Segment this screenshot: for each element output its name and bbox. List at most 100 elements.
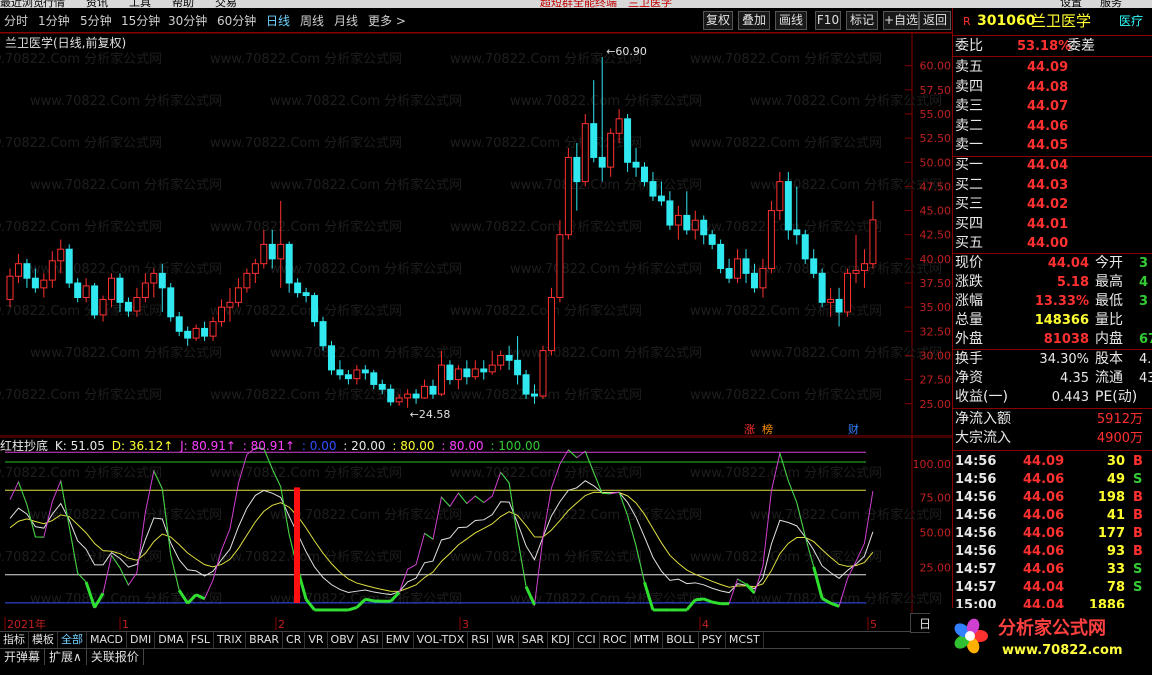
period-tab[interactable]: 月线 [334, 12, 358, 29]
bid-row[interactable]: 买五 44.00 [953, 234, 1152, 253]
indicator-tab[interactable]: CR [283, 632, 306, 648]
menu-item[interactable]: 行情 [43, 0, 65, 8]
indicator-name: 红柱抄底 [0, 439, 49, 453]
indicator-tab[interactable]: DMI [127, 632, 156, 648]
indicator-tab[interactable]: PSY [699, 632, 726, 648]
watermark-text: www.70822.Com 分析家公式网 [450, 549, 642, 565]
period-tab[interactable]: 30分钟 [168, 12, 207, 29]
indicator-tab[interactable]: SAR [519, 632, 549, 648]
industry-tag[interactable]: 医疗 [1119, 12, 1143, 31]
indicator-tab[interactable]: VR [305, 632, 328, 648]
price-tick-label: 52.50 [920, 132, 952, 145]
candle-body [370, 372, 378, 385]
toolbar-button[interactable]: 叠加 [738, 11, 770, 30]
menu-item[interactable]: 工具 [129, 0, 151, 8]
candle-body [361, 369, 369, 374]
indicator-tab[interactable]: WR [493, 632, 519, 648]
period-tab[interactable]: 分时 [4, 12, 28, 29]
bottom-button[interactable]: 扩展∧ [45, 649, 87, 665]
toolbar-button[interactable]: F10 [815, 11, 841, 30]
indicator-tab[interactable]: TRIX [214, 632, 247, 648]
date-label: 4 [702, 618, 709, 630]
bid-row[interactable]: 买四 44.01 [953, 215, 1152, 234]
indicator-tab[interactable]: MACD [87, 632, 127, 648]
watermark-text: www.70822.Com 分析家公式网 [690, 303, 882, 319]
candle-body [404, 393, 412, 399]
candle-body [505, 354, 513, 361]
indicator-tab[interactable]: 全部 [58, 632, 87, 648]
price-tick-label: 25.00 [920, 398, 952, 411]
j-down-segment [441, 496, 451, 507]
toolbar-button[interactable]: +自选 [883, 11, 919, 30]
period-tab[interactable]: 更多 > [368, 12, 406, 29]
bottom-button[interactable]: 关联报价 [87, 649, 144, 665]
indicator-tab[interactable]: BRAR [246, 632, 284, 648]
kline-chart[interactable]: www.70822.Com 分析家公式网 www.70822.Com 分析家公式网… [0, 33, 952, 437]
indicator-tab[interactable]: EMV [383, 632, 414, 648]
candle-body [150, 272, 158, 284]
indicator-tab[interactable]: MCST [726, 632, 764, 648]
bid-row[interactable]: 买三 44.02 [953, 195, 1152, 214]
bottom-button[interactable]: 开弹幕 [0, 649, 46, 665]
watermark-text: www.70822.Com 分析家公式网 [210, 135, 402, 151]
toolbar-button[interactable]: 复权 [703, 11, 733, 30]
ask-row[interactable]: 卖四 44.08 [953, 78, 1152, 97]
j-bottom-segment [703, 597, 713, 604]
indicator-tab[interactable]: 指标 [0, 632, 29, 648]
ask-row[interactable]: 卖五 44.09 [953, 58, 1152, 77]
watermark-text: www.70822.Com 分析家公式网 [210, 387, 402, 403]
date-label: 2021年 [7, 617, 46, 630]
menu-item[interactable]: 交易 [215, 0, 237, 8]
period-tab[interactable]: 周线 [300, 12, 324, 29]
bid-row[interactable]: 买二 44.03 [953, 176, 1152, 195]
period-tab[interactable]: 60分钟 [217, 12, 256, 29]
indicator-tab[interactable]: BOLL [663, 632, 699, 648]
ask-row[interactable]: 卖一 44.05 [953, 136, 1152, 155]
menu-item[interactable]: 帮助 [172, 0, 194, 8]
candle-body [463, 368, 471, 378]
bid-row[interactable]: 买一 44.04 [953, 156, 1152, 175]
toolbar-button[interactable]: 标记 [846, 11, 878, 30]
indicator-tab[interactable]: 模板 [29, 632, 58, 648]
indicator-tab[interactable]: RSI [468, 632, 494, 648]
candle-body [336, 369, 344, 376]
stock-name: 兰卫医学 [1031, 12, 1092, 30]
toolbar-button[interactable]: 画线 [775, 11, 807, 30]
period-tab[interactable]: 15分钟 [121, 12, 160, 29]
menu-item[interactable]: 资讯 [86, 0, 108, 8]
ask-row[interactable]: 卖二 44.06 [953, 117, 1152, 136]
period-tab[interactable]: 5分钟 [80, 12, 112, 29]
event-marker: 榜 [762, 422, 773, 436]
candle-body [14, 263, 22, 277]
indicator-tab[interactable]: KDJ [548, 632, 574, 648]
indicator-tab[interactable]: DMA [155, 632, 188, 648]
indicator-tab[interactable]: FSL [188, 632, 214, 648]
candle-body [759, 268, 767, 289]
candle-body [226, 301, 234, 308]
candle-body [429, 385, 437, 395]
date-label: 2 [278, 618, 285, 630]
stat-row: 现价 44.04 今开 3 [955, 255, 1149, 271]
indicator-tab[interactable]: ASI [358, 632, 383, 648]
candle-body [674, 214, 682, 226]
indicator-tab[interactable]: ROC [600, 632, 631, 648]
v4-value: : 80.91↑ [242, 439, 296, 453]
menu-item[interactable]: 最近浏览 [0, 0, 44, 8]
watermark-text: www.70822.Com 分析家公式网 [750, 345, 942, 361]
candle-body [302, 292, 310, 297]
indicator-chart[interactable]: www.70822.Com 分析家公式网 www.70822.Com 分析家公式网… [0, 437, 952, 630]
watermark-text: www.70822.Com 分析家公式网 [690, 135, 882, 151]
price-tick-label: 47.50 [920, 180, 952, 193]
indicator-tab[interactable]: VOL-TDX [414, 632, 469, 648]
candle-body [615, 118, 623, 134]
period-tab[interactable]: 日线 [266, 12, 290, 29]
indicator-tab[interactable]: MTM [631, 632, 664, 648]
period-tab[interactable]: 1分钟 [38, 12, 70, 29]
indicator-tab[interactable]: OBV [328, 632, 358, 648]
toolbar-button[interactable]: 返回 [919, 11, 951, 30]
menu-item-right[interactable]: 服务 [1100, 0, 1122, 8]
indicator-tab[interactable]: CCI [574, 632, 600, 648]
ask-row[interactable]: 卖三 44.07 [953, 97, 1152, 116]
watermark-text: www.70822.Com 分析家公式网 [30, 261, 222, 277]
menu-item-right[interactable]: 设置 [1060, 0, 1082, 8]
